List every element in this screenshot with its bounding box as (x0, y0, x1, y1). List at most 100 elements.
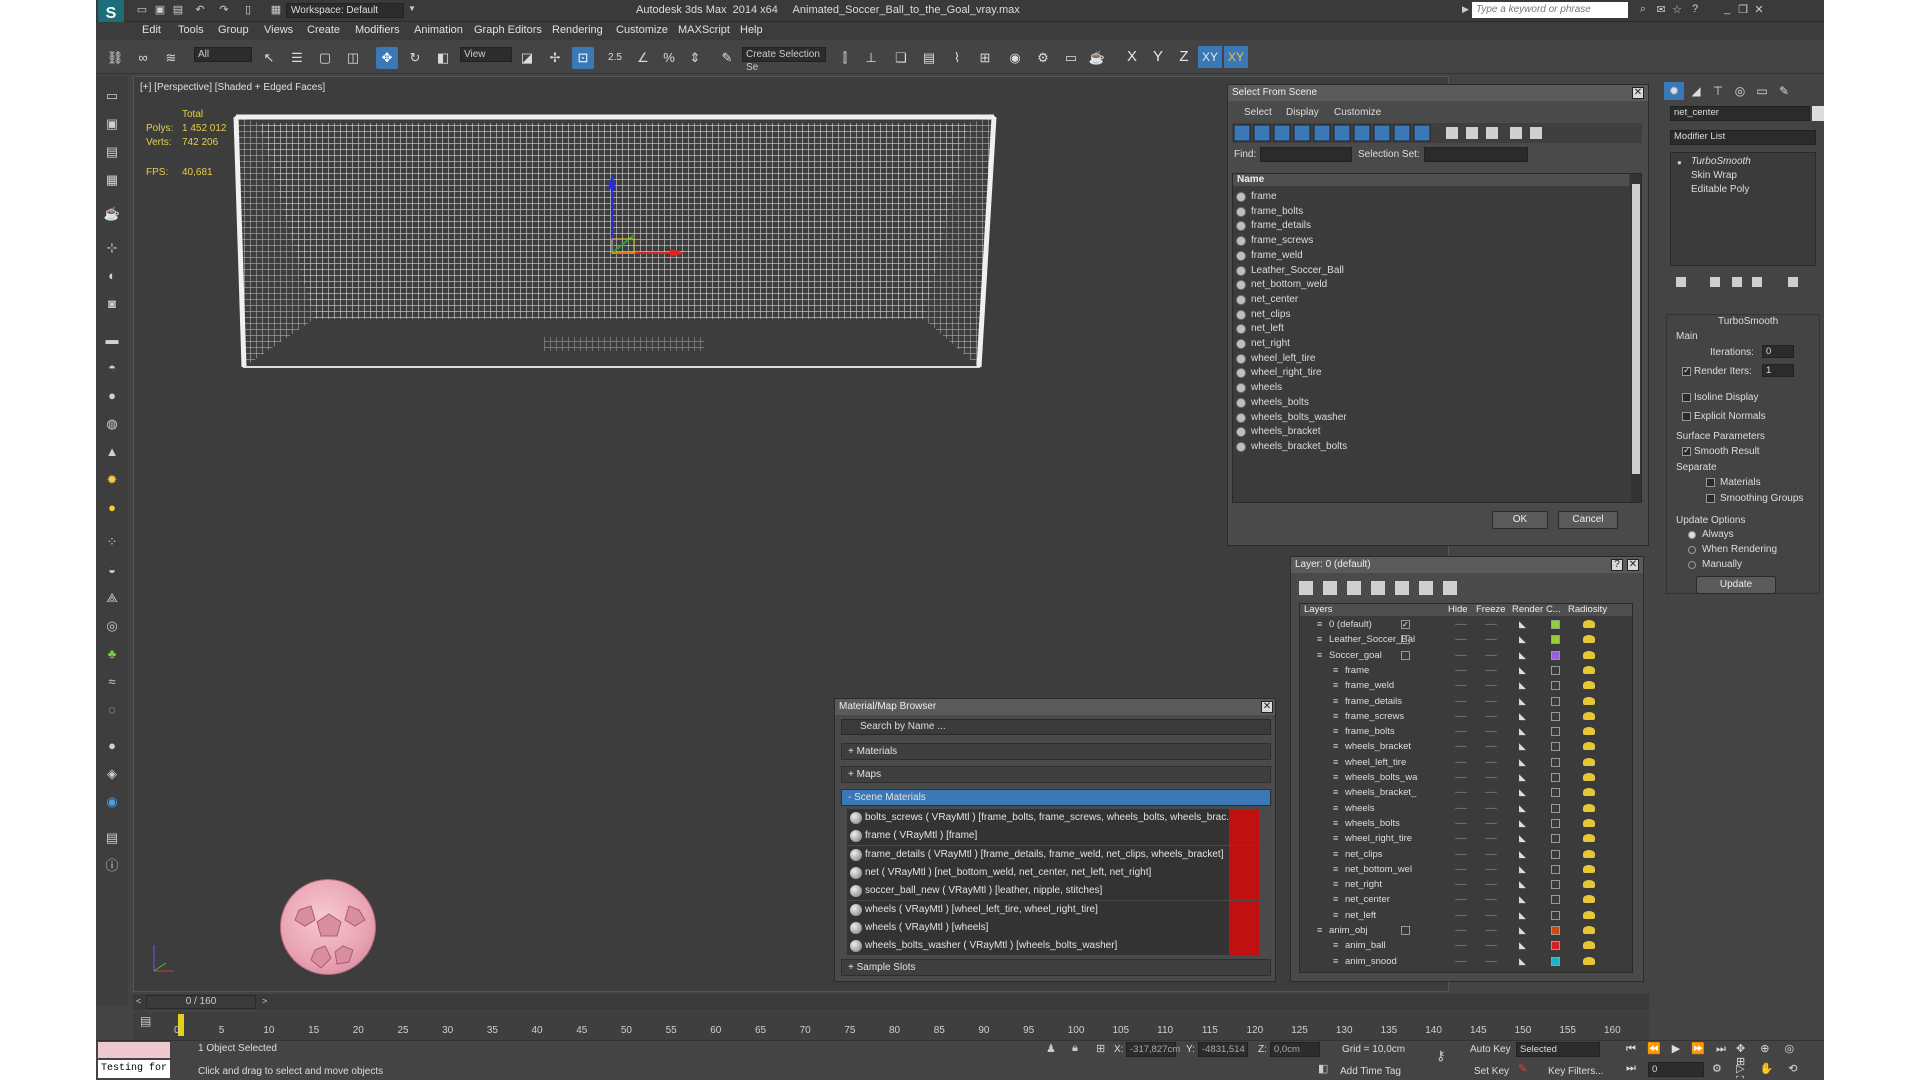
edit-named-selection-icon[interactable]: ✎ (716, 47, 738, 69)
display-tab-icon[interactable]: ▭ (1752, 82, 1772, 100)
layer-color-swatch[interactable] (1551, 620, 1560, 629)
radiosity-icon[interactable] (1583, 635, 1595, 644)
world-icon[interactable]: ◎ (101, 616, 123, 636)
time-slider[interactable]: 0 / 160 (146, 995, 256, 1009)
key-mode-dropdown[interactable]: Selected (1516, 1042, 1600, 1057)
select-manipulate-icon[interactable]: ✢ (544, 47, 566, 69)
radiosity-icon[interactable] (1583, 620, 1595, 628)
layer-color-swatch[interactable] (1551, 665, 1560, 675)
key-icon[interactable]: ⚷ (1436, 1048, 1446, 1064)
radiosity-icon[interactable] (1583, 650, 1595, 659)
layer-row[interactable]: ≡ frame_details ---- ---- ◣ (1303, 694, 1629, 709)
selection-lock-icon[interactable]: 🔒︎ (1072, 1042, 1078, 1055)
unlink-icon[interactable]: ∞ (132, 47, 154, 69)
render-teapot-icon[interactable]: ◣ (1519, 709, 1526, 724)
viewport-label[interactable]: [+] [Perspective] [Shaded + Edged Faces] (140, 82, 325, 93)
hide-toggle[interactable]: ---- (1455, 785, 1467, 800)
ring-icon[interactable]: ◌ (101, 700, 123, 720)
maxscript-input[interactable]: Testing for : (98, 1060, 170, 1078)
vray-icon[interactable]: ◉ (101, 792, 123, 812)
binoculars-icon[interactable]: ⌕ (1636, 3, 1650, 17)
material-browser-close-icon[interactable]: ✕ (1261, 701, 1273, 713)
object-color-swatch[interactable] (1812, 106, 1824, 121)
layer-row[interactable]: ≡ net_center ---- ---- ◣ (1303, 892, 1629, 907)
object-name-input[interactable]: net_center (1670, 106, 1810, 121)
render-teapot-icon[interactable]: ◣ (1519, 816, 1526, 831)
freeze-toggle[interactable]: ---- (1485, 938, 1497, 953)
viewport-toolbar-icon-1[interactable]: ▭ (101, 86, 123, 106)
radiosity-icon[interactable] (1583, 941, 1595, 950)
ok-button[interactable]: OK (1492, 511, 1548, 529)
scene-material-item[interactable]: wheels_bolts_washer ( VRayMtl ) [wheels_… (847, 937, 1259, 956)
bind-space-warp-icon[interactable]: ≋ (160, 47, 182, 69)
render-teapot-icon[interactable]: ◣ (1519, 739, 1526, 754)
current-layer-checkbox[interactable] (1401, 926, 1410, 935)
set-key-button[interactable]: Set Key (1474, 1066, 1509, 1077)
render-iters-checkbox[interactable]: ✓ (1682, 365, 1691, 376)
layer-row[interactable]: ≡ net_bottom_wel ---- ---- ◣ (1303, 862, 1629, 877)
menu-maxscript[interactable]: MAXScript (678, 24, 730, 36)
freeze-toggle[interactable]: ---- (1485, 862, 1497, 877)
hide-toggle[interactable]: ---- (1455, 923, 1467, 938)
time-tag-icon[interactable]: ◧ (1318, 1062, 1328, 1075)
freeze-toggle[interactable]: ---- (1485, 847, 1497, 862)
hide-toggle[interactable]: ---- (1455, 648, 1467, 663)
restrict-x-button[interactable]: X (1120, 46, 1144, 68)
menu-animation[interactable]: Animation (414, 24, 463, 36)
render-teapot-icon[interactable]: ◣ (1519, 923, 1526, 938)
layer-row[interactable]: ≡ net_left ---- ---- ◣ (1303, 908, 1629, 923)
rendered-frame-window-icon[interactable]: ▭ (1060, 47, 1082, 69)
hide-toggle[interactable]: ---- (1455, 632, 1467, 647)
current-layer-checkbox[interactable]: ✓ (1401, 620, 1410, 629)
freeze-toggle[interactable]: ---- (1485, 816, 1497, 831)
layer-row[interactable]: ≡ wheels ---- ---- ◣ (1303, 801, 1629, 816)
schematic-view-icon[interactable]: ⊞ (974, 47, 996, 69)
restrict-y-button[interactable]: Y (1146, 46, 1170, 68)
playback-controls[interactable]: ⏮ ⏪ ▶ ⏩ ⏭ (1626, 1042, 1730, 1056)
create-tab-icon[interactable]: ✹ (1664, 82, 1684, 100)
manually-radio[interactable] (1688, 561, 1696, 569)
z-coord-field[interactable]: 0,0cm (1270, 1042, 1320, 1057)
update-button[interactable]: Update (1696, 576, 1776, 594)
layer-row[interactable]: ≡ wheels_bracket ---- ---- ◣ (1303, 739, 1629, 754)
render-teapot-icon[interactable]: ◣ (1519, 877, 1526, 892)
utilities-tab-icon[interactable]: ✎ (1774, 82, 1794, 100)
sfs-item[interactable]: wheels_bracket_bolts (1233, 438, 1630, 456)
cameras-icon[interactable]: ◙ (101, 294, 123, 314)
layer-color-swatch[interactable] (1551, 757, 1560, 767)
auto-key-button[interactable]: Auto Key (1470, 1044, 1511, 1055)
select-move-icon[interactable]: ✥ (376, 47, 398, 69)
current-frame-field[interactable]: 0 (1648, 1062, 1704, 1077)
layer-col-color[interactable]: C... (1546, 604, 1561, 615)
helpers-icon[interactable]: ⊹ (101, 238, 123, 258)
hide-toggle[interactable]: ---- (1455, 892, 1467, 907)
radiosity-icon[interactable] (1583, 773, 1595, 781)
mini-curve-editor-icon[interactable]: ▤ (140, 1014, 160, 1034)
layer-color-swatch[interactable] (1551, 696, 1560, 706)
layer-row[interactable]: ≡ frame_bolts ---- ---- ◣ (1303, 724, 1629, 739)
scene-material-item[interactable]: bolts_screws ( VRayMtl ) [frame_bolts, f… (847, 809, 1259, 827)
layer-col-freeze[interactable]: Freeze (1476, 604, 1506, 615)
scene-material-item[interactable]: wheels ( VRayMtl ) [wheel_left_tire, whe… (847, 900, 1259, 919)
menu-views[interactable]: Views (264, 24, 293, 36)
layer-col-layers[interactable]: Layers (1304, 604, 1333, 615)
radiosity-icon[interactable] (1583, 681, 1595, 690)
scene-material-item[interactable]: frame ( VRayMtl ) [frame] (847, 827, 1259, 846)
restrict-plane-cycle-button[interactable]: XY (1224, 46, 1248, 68)
restrict-xy-button[interactable]: XY (1198, 46, 1222, 68)
hide-toggle[interactable]: ---- (1455, 694, 1467, 709)
radiosity-icon[interactable] (1583, 727, 1595, 736)
key-filters-button[interactable]: Key Filters... (1548, 1066, 1604, 1077)
freeze-toggle[interactable]: ---- (1485, 694, 1497, 709)
stack-turbosmooth[interactable]: TurboSmooth (1691, 156, 1751, 167)
menu-modifiers[interactable]: Modifiers (355, 24, 400, 36)
workspace-chevron-icon[interactable]: ▼ (408, 4, 416, 13)
freeze-toggle[interactable]: ---- (1485, 724, 1497, 739)
menu-rendering[interactable]: Rendering (552, 24, 603, 36)
open-file-icon[interactable]: ▣ (152, 3, 168, 17)
named-selection-sets-dropdown[interactable]: Create Selection Se (742, 47, 826, 73)
hide-toggle[interactable]: ---- (1455, 678, 1467, 693)
reference-coordinate-dropdown[interactable]: View (460, 47, 512, 62)
snaps-toggle-icon[interactable]: 2.5 (604, 47, 626, 69)
hide-toggle[interactable]: ---- (1455, 617, 1467, 632)
